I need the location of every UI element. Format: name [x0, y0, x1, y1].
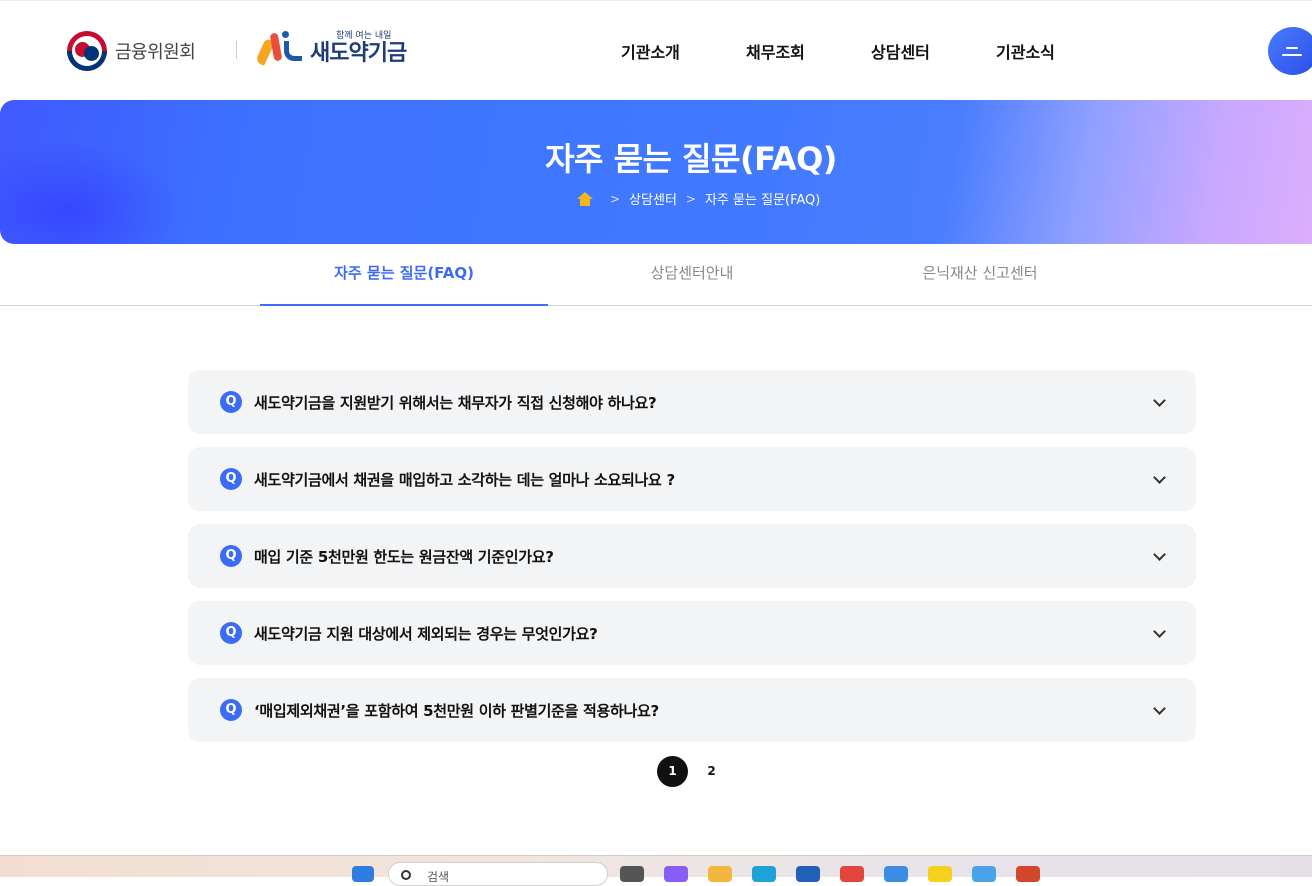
logo-divider: [236, 41, 237, 59]
question-badge: Q: [220, 468, 242, 490]
question-badge: Q: [220, 545, 242, 567]
nav-item-news[interactable]: 기관소식: [996, 39, 1121, 63]
breadcrumb-item-faq[interactable]: 자주 묻는 질문(FAQ): [705, 189, 820, 208]
chevron-down-icon[interactable]: [1153, 548, 1166, 561]
faq-item[interactable]: Q 새도약기금을 지원받기 위해서는 채무자가 직접 신청해야 하나요?: [188, 370, 1196, 434]
task-view-icon[interactable]: [620, 866, 644, 882]
faq-question: 새도약기금을 지원받기 위해서는 채무자가 직접 신청해야 하나요?: [254, 394, 657, 412]
tab-faq[interactable]: 자주 묻는 질문(FAQ): [260, 244, 548, 306]
notepad-icon[interactable]: [972, 866, 996, 882]
pagination: 1 2: [657, 756, 727, 787]
breadcrumb-item-counseling[interactable]: 상담센터: [629, 189, 677, 208]
chevron-down-icon[interactable]: [1153, 394, 1166, 407]
app-icon[interactable]: [884, 866, 908, 882]
faq-question: 새도약기금에서 채권을 매입하고 소각하는 데는 얼마나 소요되나요 ?: [254, 471, 675, 489]
menu-button[interactable]: [1268, 27, 1312, 75]
brand-mark-icon: [254, 29, 306, 66]
faq-question: 매입 기준 5천만원 한도는 원금잔액 기준인가요?: [254, 548, 554, 566]
tab-hidden-assets-report[interactable]: 은닉재산 신고센터: [836, 244, 1124, 306]
kakaotalk-icon[interactable]: [928, 866, 952, 882]
page-button-2[interactable]: 2: [696, 756, 727, 787]
question-badge: Q: [220, 699, 242, 721]
faq-list: Q 새도약기금을 지원받기 위해서는 채무자가 직접 신청해야 하나요? Q 새…: [188, 370, 1196, 755]
faq-item[interactable]: Q 새도약기금 지원 대상에서 제외되는 경우는 무엇인가요?: [188, 601, 1196, 665]
faq-item[interactable]: Q 매입 기준 5천만원 한도는 원금잔액 기준인가요?: [188, 524, 1196, 588]
chrome-icon[interactable]: [840, 866, 864, 882]
edge-icon[interactable]: [752, 866, 776, 882]
nav-item-debt-inquiry[interactable]: 채무조회: [746, 39, 871, 63]
chevron-down-icon[interactable]: [1153, 702, 1166, 715]
site-header: 금융위원회 함께 여는 내일 새도약기금 기관소개 채무조회 상담센터 기관소식: [0, 0, 1312, 100]
question-badge: Q: [220, 622, 242, 644]
nav-item-about[interactable]: 기관소개: [621, 39, 746, 63]
hamburger-icon-line: [1282, 54, 1302, 56]
page-title: 자주 묻는 질문(FAQ): [545, 140, 837, 178]
breadcrumb-separator: >: [610, 191, 621, 206]
os-taskbar: 검색: [0, 855, 1312, 886]
hamburger-icon: [1286, 47, 1298, 49]
taegeuk-emblem-icon: [67, 31, 107, 71]
file-explorer-icon[interactable]: [708, 866, 732, 882]
breadcrumb: > 상담센터 > 자주 묻는 질문(FAQ): [577, 189, 820, 208]
brand-name: 새도약기금: [310, 41, 407, 66]
powerpoint-icon[interactable]: [1016, 866, 1040, 882]
main-nav: 기관소개 채무조회 상담센터 기관소식: [621, 39, 1121, 63]
home-icon[interactable]: [577, 191, 593, 206]
faq-item[interactable]: Q ‘매입제외채권’을 포함하여 5천만원 이하 판별기준을 적용하나요?: [188, 678, 1196, 742]
copilot-icon[interactable]: [664, 866, 688, 882]
store-icon[interactable]: [796, 866, 820, 882]
breadcrumb-separator: >: [685, 191, 696, 206]
fsc-name: 금융위원회: [115, 42, 196, 63]
page-hero: 자주 묻는 질문(FAQ) > 상담센터 > 자주 묻는 질문(FAQ): [0, 100, 1312, 244]
faq-question: 새도약기금 지원 대상에서 제외되는 경우는 무엇인가요?: [254, 625, 598, 643]
page-button-1[interactable]: 1: [657, 756, 688, 787]
faq-question: ‘매입제외채권’을 포함하여 5천만원 이하 판별기준을 적용하나요?: [254, 702, 659, 720]
tab-counseling-guide[interactable]: 상담센터안내: [548, 244, 836, 306]
brand-tagline: 함께 여는 내일: [336, 31, 392, 41]
sub-tabs: 자주 묻는 질문(FAQ) 상담센터안내 은닉재산 신고센터: [0, 244, 1312, 306]
start-icon[interactable]: [352, 866, 374, 882]
faq-item[interactable]: Q 새도약기금에서 채권을 매입하고 소각하는 데는 얼마나 소요되나요 ?: [188, 447, 1196, 511]
nav-item-counseling[interactable]: 상담센터: [871, 39, 996, 63]
chevron-down-icon[interactable]: [1153, 471, 1166, 484]
search-icon: [401, 870, 411, 880]
chevron-down-icon[interactable]: [1153, 625, 1166, 638]
brand-logo[interactable]: 함께 여는 내일 새도약기금: [254, 29, 407, 66]
taskbar-search[interactable]: 검색: [388, 862, 608, 886]
fsc-logo[interactable]: 금융위원회: [67, 31, 196, 71]
question-badge: Q: [220, 391, 242, 413]
